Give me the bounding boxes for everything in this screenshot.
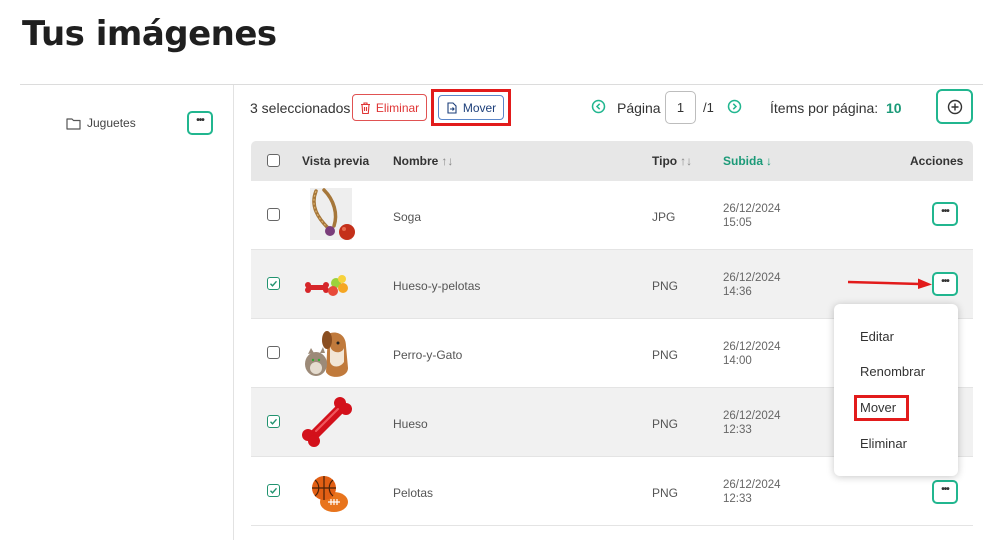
row-type: PNG (652, 279, 679, 293)
row-checkbox[interactable] (267, 346, 280, 359)
header-divider (20, 84, 983, 85)
header-actions: Acciones (910, 154, 964, 168)
check-icon (270, 418, 278, 425)
page-title: Tus imágenes (22, 14, 277, 54)
folder-item-juguetes[interactable]: Juguetes (66, 116, 136, 130)
row-date: 26/12/2024 (723, 203, 781, 215)
delete-button[interactable]: Eliminar (352, 94, 427, 121)
row-checkbox-checked[interactable] (267, 415, 280, 428)
thumbnail-rope-toy (310, 188, 355, 240)
header-uploaded-label: Subida (723, 154, 764, 168)
row-date: 26/12/2024 (723, 410, 781, 422)
row-time: 12:33 (723, 493, 752, 505)
row-context-menu: Editar Renombrar Mover Eliminar (834, 304, 958, 476)
row-type: JPG (652, 210, 676, 224)
row-actions-button[interactable]: ••• (932, 202, 958, 226)
table-row[interactable]: Soga JPG 26/12/2024 15:05 ••• (251, 181, 973, 250)
row-name: Pelotas (393, 486, 434, 500)
move-file-icon (447, 101, 457, 114)
row-name: Hueso-y-pelotas (393, 279, 481, 293)
row-checkbox[interactable] (267, 208, 280, 221)
more-icon: ••• (941, 276, 949, 287)
check-icon (270, 280, 278, 287)
header-name-label: Nombre (393, 154, 439, 168)
header-type-label: Tipo (652, 154, 678, 168)
menu-move-highlight (854, 395, 909, 421)
header-name[interactable]: Nombre ↑↓ (393, 154, 453, 168)
thumbnail-bone-and-balls (305, 275, 348, 296)
sort-icon: ↑↓ (441, 154, 454, 168)
delete-button-label: Eliminar (375, 100, 420, 115)
row-actions-button-active[interactable]: ••• (932, 272, 958, 296)
menu-item-edit[interactable]: Editar (860, 329, 894, 344)
row-time: 14:36 (723, 286, 752, 298)
move-button-label: Mover (462, 100, 497, 115)
sort-desc-icon: ↓ (766, 154, 773, 168)
row-date: 26/12/2024 (723, 479, 781, 491)
select-all-checkbox[interactable] (267, 154, 280, 167)
thumbnail-balls (312, 476, 348, 512)
folder-label: Juguetes (87, 116, 136, 130)
selection-count: 3 seleccionados (250, 100, 351, 116)
row-type: PNG (652, 417, 679, 431)
sidebar-divider (233, 85, 234, 540)
annotation-arrow (848, 278, 932, 289)
move-button[interactable]: Mover (438, 95, 504, 120)
row-type: PNG (652, 348, 679, 362)
menu-item-delete[interactable]: Eliminar (860, 436, 907, 451)
trash-icon (360, 101, 370, 114)
row-actions-button[interactable]: ••• (932, 480, 958, 504)
more-icon: ••• (196, 115, 204, 126)
thumbnail-bone (302, 397, 352, 447)
header-type[interactable]: Tipo ↑↓ (652, 154, 692, 168)
page-number-input[interactable]: 1 (665, 91, 696, 124)
folder-options-button[interactable]: ••• (187, 111, 213, 135)
more-icon: ••• (941, 484, 949, 495)
sort-icon: ↑↓ (680, 154, 693, 168)
add-image-button[interactable] (936, 89, 973, 124)
add-circle-icon (947, 99, 962, 114)
previous-page-icon[interactable] (591, 99, 606, 114)
thumbnail-dog-and-cat (305, 331, 348, 377)
next-page-icon[interactable] (727, 99, 742, 114)
row-name: Perro-y-Gato (393, 348, 463, 362)
header-uploaded[interactable]: Subida ↓ (723, 154, 772, 168)
row-date: 26/12/2024 (723, 272, 781, 284)
items-per-page-select[interactable]: 10 (886, 100, 902, 116)
row-type: PNG (652, 486, 679, 500)
row-time: 14:00 (723, 355, 752, 367)
page-label: Página (617, 100, 661, 116)
row-checkbox-checked[interactable] (267, 277, 280, 290)
row-time: 15:05 (723, 217, 752, 229)
folder-icon (66, 117, 81, 130)
check-icon (270, 487, 278, 494)
row-checkbox-checked[interactable] (267, 484, 280, 497)
page-total: /1 (703, 100, 714, 115)
row-name: Soga (393, 210, 422, 224)
header-preview: Vista previa (302, 154, 370, 168)
menu-item-rename[interactable]: Renombrar (860, 364, 925, 379)
more-icon: ••• (941, 206, 949, 217)
row-name: Hueso (393, 417, 428, 431)
items-per-page-label: Ítems por página: (770, 100, 879, 116)
row-time: 12:33 (723, 424, 752, 436)
table-header: Vista previa Nombre ↑↓ Tipo ↑↓ Subida ↓ Acc… (251, 141, 973, 181)
row-date: 26/12/2024 (723, 341, 781, 353)
